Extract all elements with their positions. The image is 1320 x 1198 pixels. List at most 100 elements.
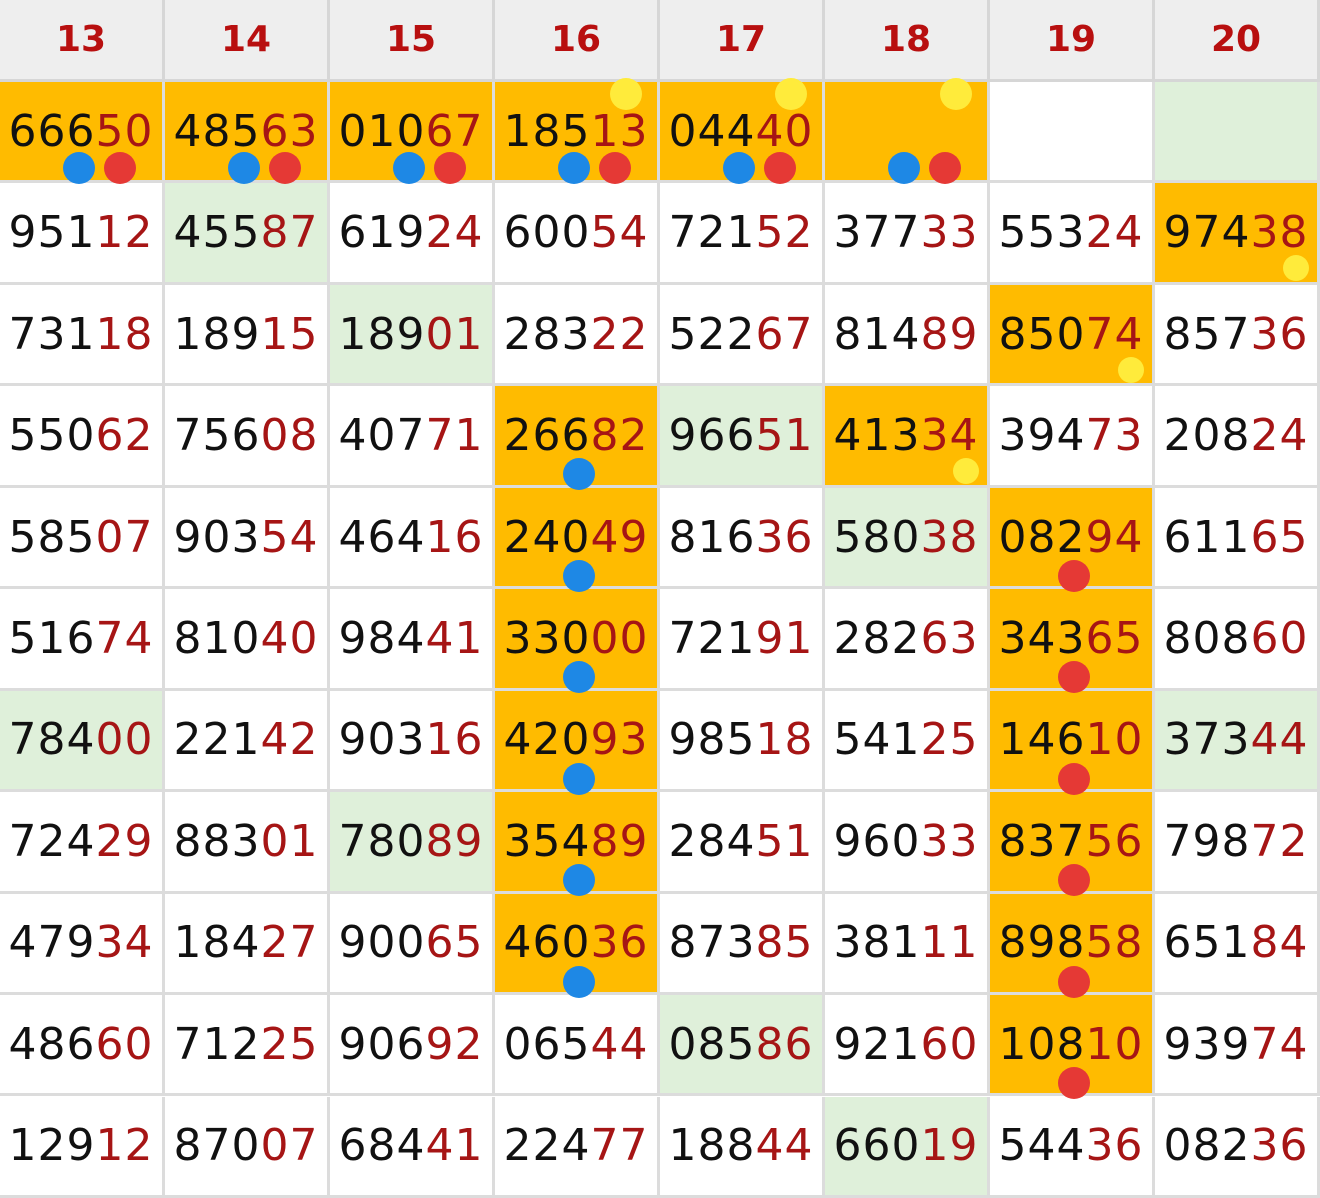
result-cell: 78089 xyxy=(330,792,495,894)
result-cell: 55062 xyxy=(0,386,165,488)
result-cell: 80860 xyxy=(1155,589,1320,691)
result-number: 37344 xyxy=(1164,714,1309,765)
number-suffix: 49 xyxy=(590,511,649,563)
result-number: 72429 xyxy=(9,816,154,867)
number-prefix: 184 xyxy=(173,917,261,969)
result-number: 98518 xyxy=(669,714,814,765)
result-number: 68441 xyxy=(339,1120,484,1171)
number-suffix: 36 xyxy=(1085,1120,1144,1172)
result-number: 75608 xyxy=(174,410,319,461)
result-cell: 92160 xyxy=(825,995,990,1097)
number-suffix: 38 xyxy=(1250,207,1309,259)
number-prefix: 903 xyxy=(338,714,426,766)
number-prefix: 712 xyxy=(173,1018,261,1070)
result-number: 12912 xyxy=(9,1120,154,1171)
red-marker-dot xyxy=(434,152,466,184)
result-number: 96651 xyxy=(669,410,814,461)
number-suffix: 10 xyxy=(1085,1018,1144,1070)
result-cell: 72152 xyxy=(660,183,825,285)
result-number: 40771 xyxy=(339,410,484,461)
result-number: 54436 xyxy=(999,1120,1144,1171)
number-prefix: 208 xyxy=(1163,410,1251,462)
number-suffix: 72 xyxy=(1250,815,1309,867)
result-number: 72152 xyxy=(669,207,814,258)
result-number: 46416 xyxy=(339,512,484,563)
result-number: 26682 xyxy=(504,410,649,461)
number-suffix: 18 xyxy=(95,308,154,360)
result-number: 61165 xyxy=(1164,512,1309,563)
result-number: 92160 xyxy=(834,1019,979,1070)
result-cell: 18427 xyxy=(165,893,330,996)
result-number: 39473 xyxy=(999,410,1144,461)
result-cell: 90316 xyxy=(330,690,495,793)
number-prefix: 189 xyxy=(338,308,426,360)
number-prefix: 921 xyxy=(833,1018,921,1070)
blue-marker-dot xyxy=(563,762,595,795)
result-cell: 90354 xyxy=(165,487,330,590)
result-number: 33000 xyxy=(504,613,649,664)
result-number: 66019 xyxy=(834,1120,979,1171)
red-marker-dot xyxy=(599,152,631,184)
yellow-marker-dot xyxy=(953,458,979,485)
result-cell: 48563 xyxy=(165,82,330,184)
number-suffix: 50 xyxy=(95,105,154,157)
number-prefix: 343 xyxy=(998,612,1086,664)
red-marker-dot xyxy=(929,152,961,184)
number-prefix: 129 xyxy=(8,1120,96,1172)
result-cell: 14610 xyxy=(990,690,1155,795)
result-cell: 47934 xyxy=(0,893,165,996)
number-prefix: 522 xyxy=(668,308,756,360)
number-prefix: 377 xyxy=(833,207,921,259)
result-number: 41334 xyxy=(834,410,979,461)
number-suffix: 25 xyxy=(260,1018,319,1070)
column-header-17: 17 xyxy=(660,0,825,82)
result-number: 18844 xyxy=(669,1120,814,1171)
result-number: 47934 xyxy=(9,917,154,968)
number-suffix: 56 xyxy=(1085,815,1144,867)
result-number: 85074 xyxy=(999,309,1144,360)
number-prefix: 486 xyxy=(8,1018,96,1070)
result-number: 55324 xyxy=(999,207,1144,258)
result-number: 14610 xyxy=(999,714,1144,765)
result-cell: 81636 xyxy=(660,487,825,590)
number-prefix: 816 xyxy=(668,511,756,563)
red-marker-dot xyxy=(1058,1067,1090,1100)
number-prefix: 903 xyxy=(173,511,261,563)
number-suffix: 62 xyxy=(95,410,154,462)
number-suffix: 42 xyxy=(260,714,319,766)
result-cell: 72429 xyxy=(0,792,165,894)
number-prefix: 407 xyxy=(338,410,426,462)
result-cell: 18901 xyxy=(330,284,495,387)
result-cell: 61165 xyxy=(1155,487,1320,590)
result-cell: 66650 xyxy=(0,82,165,184)
result-number: 98441 xyxy=(339,613,484,664)
result-cell: 95112 xyxy=(0,183,165,285)
result-cell: 22477 xyxy=(495,1096,660,1198)
result-cell: 66019 xyxy=(825,1096,990,1198)
result-cell: 96033 xyxy=(825,792,990,894)
result-number: 71225 xyxy=(174,1019,319,1070)
number-suffix: 74 xyxy=(95,612,154,664)
number-prefix: 283 xyxy=(503,308,591,360)
number-prefix: 900 xyxy=(338,917,426,969)
result-number: 20824 xyxy=(1164,410,1309,461)
result-cell xyxy=(1155,82,1320,184)
result-cell: 73118 xyxy=(0,284,165,387)
result-number: 18915 xyxy=(174,309,319,360)
number-prefix: 960 xyxy=(833,815,921,867)
result-cell: 40771 xyxy=(330,386,495,488)
result-cell: 81040 xyxy=(165,589,330,691)
number-suffix: 89 xyxy=(590,815,649,867)
result-cell xyxy=(990,82,1155,184)
red-marker-dot xyxy=(764,152,796,184)
number-prefix: 381 xyxy=(833,917,921,969)
result-number: 55062 xyxy=(9,410,154,461)
result-cell: 78400 xyxy=(0,690,165,793)
number-prefix: 808 xyxy=(1163,612,1251,664)
result-number: 45587 xyxy=(174,207,319,258)
number-prefix: 373 xyxy=(1163,714,1251,766)
result-cell: 18513 xyxy=(495,78,660,184)
number-prefix: 420 xyxy=(503,714,591,766)
number-prefix: 951 xyxy=(8,207,96,259)
yellow-marker-dot xyxy=(775,78,807,110)
